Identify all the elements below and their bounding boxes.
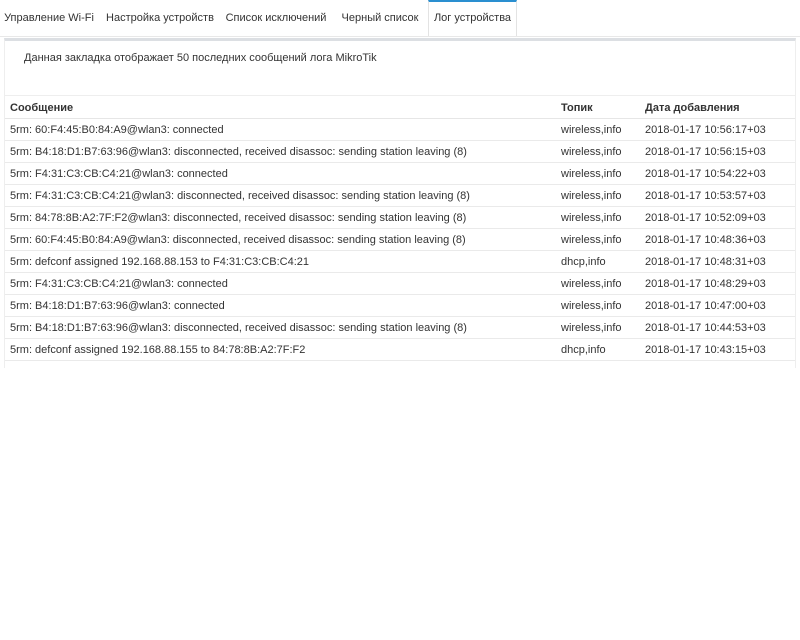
table-row: 5rm: B4:18:D1:B7:63:96@wlan3: connected …: [5, 294, 795, 317]
cell-message: 5rm: F4:31:C3:CB:C4:21@wlan3: connected: [5, 162, 556, 185]
cell-message: 5rm: 60:F4:45:B0:84:A9@wlan3: connected: [5, 118, 556, 141]
cell-message: 5rm: F4:31:C3:CB:C4:21@wlan3: disconnect…: [5, 184, 556, 207]
cell-date: 2018-01-17 10:52:09+03: [640, 206, 795, 229]
cell-message: 5rm: defconf assigned 192.168.88.155 to …: [5, 338, 556, 361]
cell-date: 2018-01-17 10:47:00+03: [640, 294, 795, 317]
cell-date: 2018-01-17 10:44:53+03: [640, 316, 795, 339]
cell-topic: wireless,info: [556, 294, 640, 317]
cell-topic: wireless,info: [556, 162, 640, 185]
cell-date: 2018-01-17 10:48:29+03: [640, 272, 795, 295]
table-row: 5rm: 60:F4:45:B0:84:A9@wlan3: disconnect…: [5, 228, 795, 251]
cell-date: 2018-01-17 10:56:15+03: [640, 140, 795, 163]
cell-message: 5rm: 84:78:8B:A2:7F:F2@wlan3: disconnect…: [5, 206, 556, 229]
divider: [5, 95, 795, 96]
column-header-message[interactable]: Сообщение: [5, 98, 556, 119]
log-table-body: 5rm: 60:F4:45:B0:84:A9@wlan3: connected …: [5, 118, 795, 361]
cell-message: 5rm: defconf assigned 192.168.88.153 to …: [5, 250, 556, 273]
cell-message: 5rm: B4:18:D1:B7:63:96@wlan3: disconnect…: [5, 140, 556, 163]
tab-device-settings[interactable]: Настройка устройств: [100, 0, 220, 36]
cell-topic: wireless,info: [556, 184, 640, 207]
table-row: 5rm: F4:31:C3:CB:C4:21@wlan3: connected …: [5, 272, 795, 295]
column-header-topic[interactable]: Топик: [556, 98, 640, 119]
cell-message: 5rm: 60:F4:45:B0:84:A9@wlan3: disconnect…: [5, 228, 556, 251]
cell-message: 5rm: B4:18:D1:B7:63:96@wlan3: connected: [5, 294, 556, 317]
log-table: Сообщение Топик Дата добавления 5rm: 60:…: [5, 98, 795, 361]
table-row: 5rm: 60:F4:45:B0:84:A9@wlan3: connected …: [5, 118, 795, 141]
cell-date: 2018-01-17 10:43:15+03: [640, 338, 795, 361]
cell-message: 5rm: F4:31:C3:CB:C4:21@wlan3: connected: [5, 272, 556, 295]
tab-bar: Управление Wi-Fi Настройка устройств Спи…: [0, 0, 800, 36]
cell-topic: dhcp,info: [556, 250, 640, 273]
cell-topic: wireless,info: [556, 206, 640, 229]
table-header-row: Сообщение Топик Дата добавления: [5, 98, 795, 119]
tab-wifi-management[interactable]: Управление Wi-Fi: [0, 0, 98, 36]
table-row: 5rm: F4:31:C3:CB:C4:21@wlan3: connected …: [5, 162, 795, 185]
cell-date: 2018-01-17 10:48:31+03: [640, 250, 795, 273]
cell-date: 2018-01-17 10:53:57+03: [640, 184, 795, 207]
tab-blacklist[interactable]: Черный список: [334, 0, 426, 36]
cell-topic: wireless,info: [556, 272, 640, 295]
table-row: 5rm: F4:31:C3:CB:C4:21@wlan3: disconnect…: [5, 184, 795, 207]
tab-device-log[interactable]: Лог устройства: [428, 0, 517, 36]
cell-topic: wireless,info: [556, 316, 640, 339]
cell-topic: wireless,info: [556, 140, 640, 163]
table-row: 5rm: B4:18:D1:B7:63:96@wlan3: disconnect…: [5, 316, 795, 339]
table-row: 5rm: B4:18:D1:B7:63:96@wlan3: disconnect…: [5, 140, 795, 163]
table-row: 5rm: defconf assigned 192.168.88.155 to …: [5, 338, 795, 361]
table-row: 5rm: defconf assigned 192.168.88.153 to …: [5, 250, 795, 273]
column-header-date[interactable]: Дата добавления: [640, 98, 795, 119]
tab-underline: [0, 36, 800, 37]
cell-date: 2018-01-17 10:56:17+03: [640, 118, 795, 141]
table-row: 5rm: 84:78:8B:A2:7F:F2@wlan3: disconnect…: [5, 206, 795, 229]
cell-topic: dhcp,info: [556, 338, 640, 361]
cell-topic: wireless,info: [556, 118, 640, 141]
cell-message: 5rm: B4:18:D1:B7:63:96@wlan3: disconnect…: [5, 316, 556, 339]
tab-exclusion-list[interactable]: Список исключений: [222, 0, 330, 36]
panel-description: Данная закладка отображает 50 последних …: [24, 52, 377, 64]
cell-date: 2018-01-17 10:54:22+03: [640, 162, 795, 185]
cell-topic: wireless,info: [556, 228, 640, 251]
cell-date: 2018-01-17 10:48:36+03: [640, 228, 795, 251]
log-panel: Данная закладка отображает 50 последних …: [4, 38, 796, 368]
